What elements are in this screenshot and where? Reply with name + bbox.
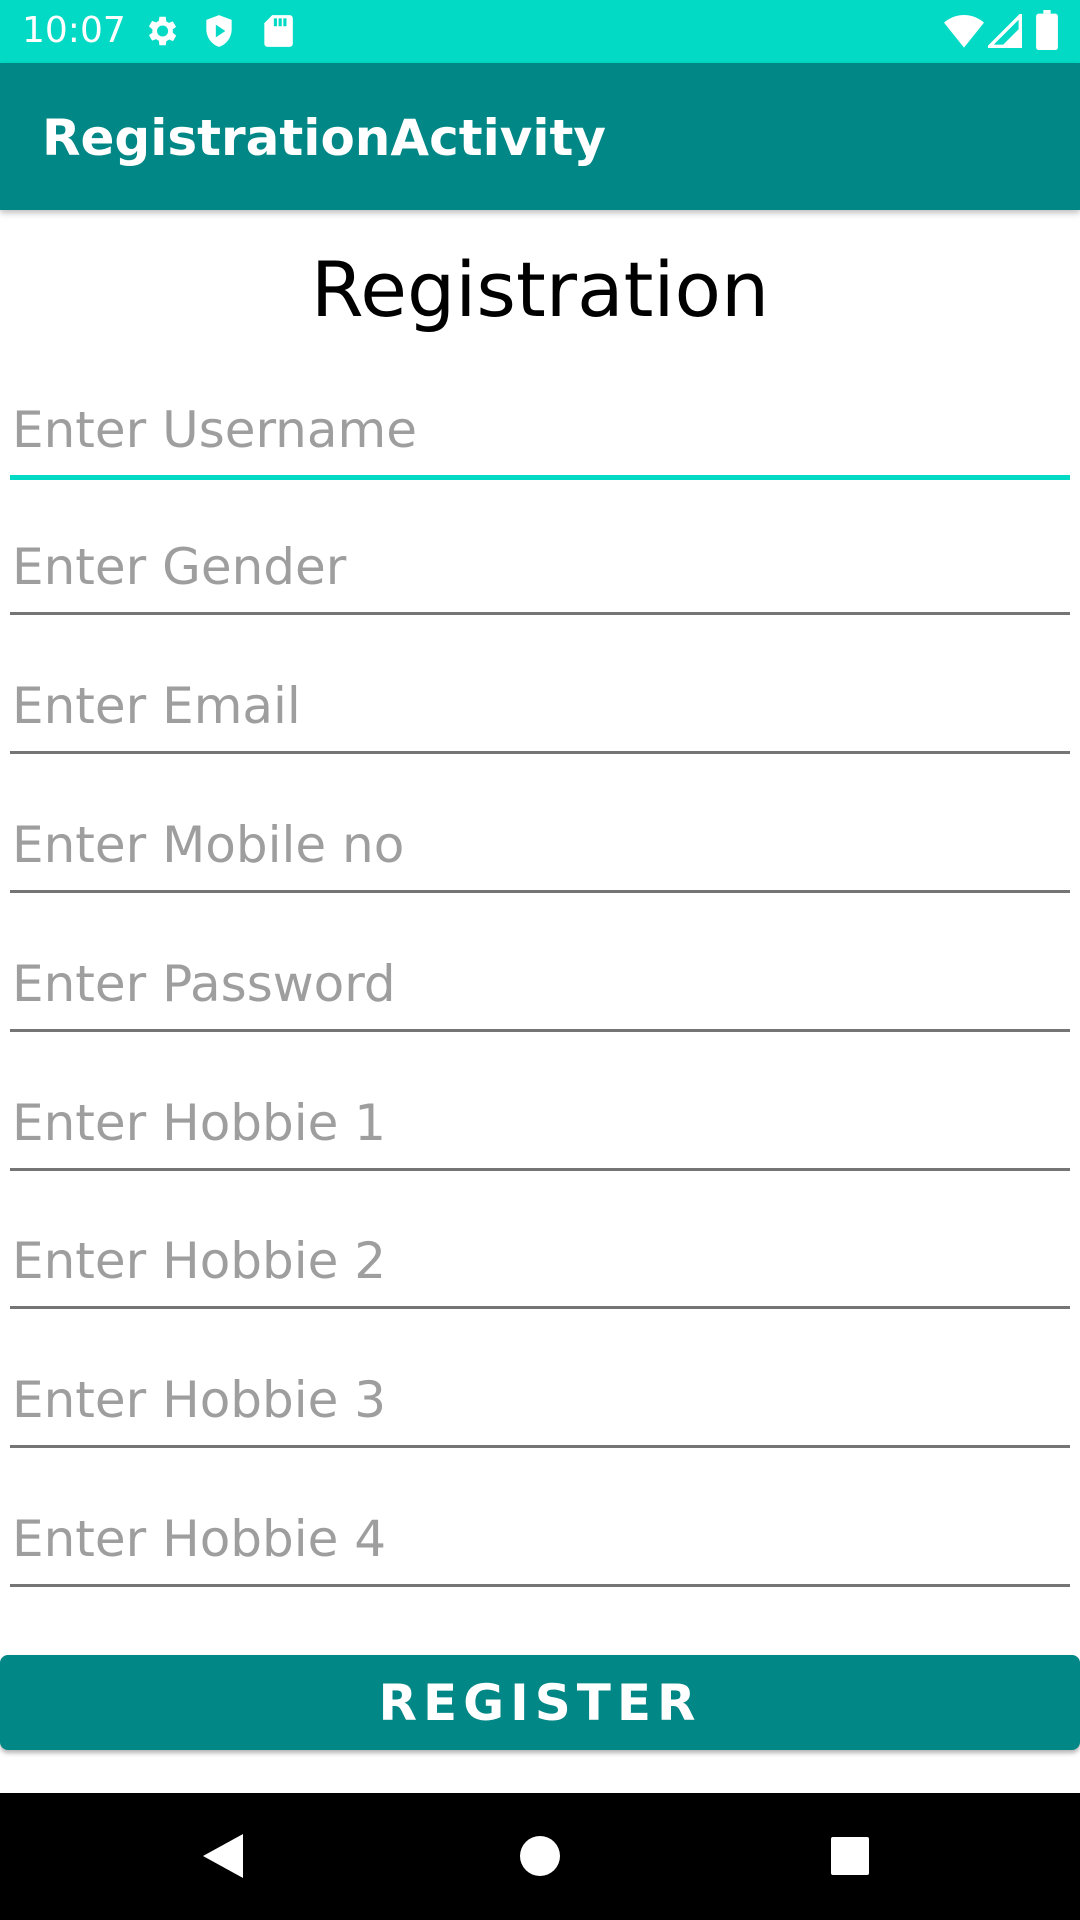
app-title: RegistrationActivity [42, 109, 606, 167]
gender-field-container [10, 522, 1070, 615]
hobbie1-field-container [10, 1078, 1070, 1171]
page-title: Registration [310, 245, 770, 334]
shield-play-icon [200, 12, 238, 54]
mobile-field-container [10, 800, 1070, 893]
battery-icon [1036, 10, 1058, 54]
mobile-input[interactable] [10, 800, 1070, 890]
hobbie2-field-container [10, 1216, 1070, 1309]
hobbie4-field-container [10, 1494, 1070, 1587]
back-icon[interactable] [195, 1826, 255, 1886]
hobbie-1-input[interactable] [10, 1078, 1070, 1168]
password-input[interactable] [10, 939, 1070, 1029]
username-field-container [10, 385, 1070, 480]
sd-card-icon [260, 12, 294, 54]
email-input[interactable] [10, 661, 1070, 751]
username-input[interactable] [10, 385, 1070, 475]
wifi-icon [944, 14, 984, 52]
hobbie-3-input[interactable] [10, 1355, 1070, 1445]
cellular-signal-icon [985, 11, 1022, 52]
recents-icon[interactable] [820, 1826, 880, 1886]
hobbie3-field-container [10, 1355, 1070, 1448]
register-button[interactable]: REGISTER [0, 1655, 1080, 1750]
hobbie-4-input[interactable] [10, 1494, 1070, 1584]
app-bar: RegistrationActivity [0, 63, 1080, 210]
settings-icon [142, 12, 180, 54]
navigation-bar [0, 1793, 1080, 1920]
gender-input[interactable] [10, 522, 1070, 612]
status-bar: 10:07 [0, 0, 1080, 63]
home-icon[interactable] [510, 1826, 570, 1886]
password-field-container [10, 939, 1070, 1032]
email-field-container [10, 661, 1070, 754]
hobbie-2-input[interactable] [10, 1216, 1070, 1306]
status-time: 10:07 [22, 10, 126, 51]
